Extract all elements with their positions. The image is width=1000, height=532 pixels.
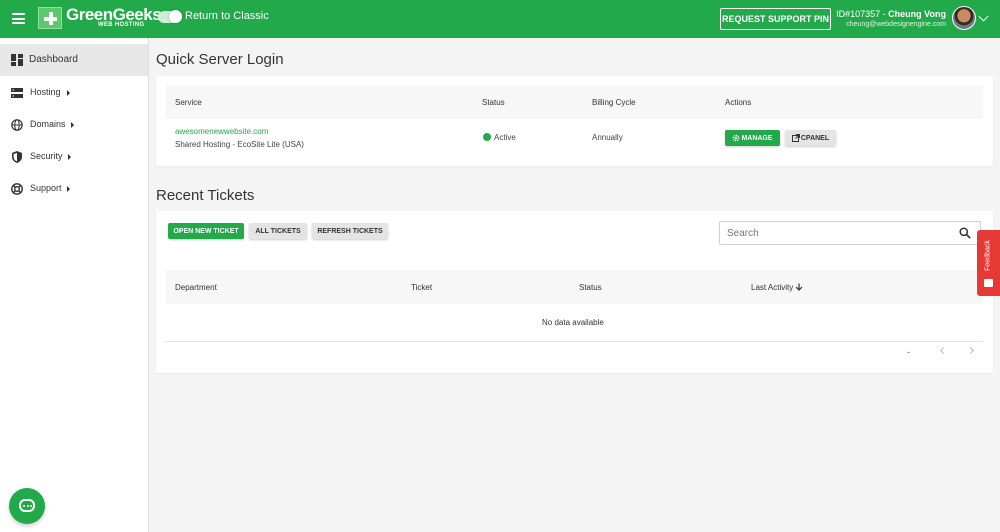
chat-icon bbox=[19, 499, 35, 512]
service-plan: Shared Hosting - EcoSite Lite (USA) bbox=[175, 140, 304, 149]
search-icon[interactable] bbox=[959, 227, 971, 239]
shield-icon bbox=[12, 151, 22, 163]
sidebar-item-security[interactable]: Security bbox=[0, 141, 148, 173]
chat-button[interactable] bbox=[9, 488, 45, 524]
column-service: Service bbox=[175, 98, 202, 107]
column-department[interactable]: Department bbox=[175, 283, 217, 292]
column-actions: Actions bbox=[725, 98, 752, 107]
quick-login-table-header bbox=[166, 85, 983, 119]
classic-toggle-label[interactable]: Return to Classic bbox=[185, 10, 269, 22]
ticket-search-field[interactable] bbox=[719, 221, 981, 245]
quick-login-card: Service Status Billing Cycle Actions awe… bbox=[156, 76, 993, 166]
cpanel-button-label: CPANEL bbox=[800, 134, 830, 142]
quick-server-login-title: Quick Server Login bbox=[156, 51, 284, 68]
column-status[interactable]: Status bbox=[579, 283, 602, 292]
sidebar-item-support[interactable]: Support bbox=[0, 173, 148, 205]
feedback-label: Feedback bbox=[984, 240, 992, 271]
external-link-icon bbox=[791, 134, 800, 142]
caret-right-icon bbox=[67, 186, 70, 192]
manage-button-label: MANAGE bbox=[741, 134, 773, 142]
chevron-down-icon[interactable] bbox=[978, 11, 989, 22]
cpanel-button[interactable]: CPANEL bbox=[785, 130, 836, 146]
sidebar-item-label: Support bbox=[30, 183, 62, 193]
lifebuoy-icon bbox=[11, 183, 23, 195]
sort-arrow-down-icon bbox=[796, 283, 803, 291]
logo-icon[interactable] bbox=[38, 7, 62, 29]
column-last-activity[interactable]: Last Activity bbox=[751, 283, 803, 292]
table-divider bbox=[166, 341, 983, 342]
column-status: Status bbox=[482, 98, 505, 107]
menu-icon[interactable] bbox=[12, 13, 25, 24]
user-name: Cheung Vong bbox=[888, 9, 946, 19]
recent-tickets-title: Recent Tickets bbox=[156, 187, 255, 204]
service-domain-link[interactable]: awesomenewwebsite.com bbox=[175, 127, 268, 136]
caret-right-icon bbox=[68, 154, 71, 160]
status-badge: Active bbox=[494, 133, 516, 142]
sidebar-item-hosting[interactable]: Hosting bbox=[0, 77, 148, 109]
billing-cycle-value: Annually bbox=[592, 133, 623, 142]
sidebar: Dashboard Hosting Domains Security Suppo… bbox=[0, 38, 149, 532]
column-billing-cycle: Billing Cycle bbox=[592, 98, 636, 107]
account-id: ID#107357 - bbox=[836, 9, 889, 19]
user-email: cheung@webdesignengine.com bbox=[846, 21, 946, 28]
column-last-activity-label: Last Activity bbox=[751, 283, 794, 292]
sidebar-item-dashboard[interactable]: Dashboard bbox=[0, 44, 148, 76]
empty-table-message: No data available bbox=[542, 318, 604, 327]
pagination-range: - bbox=[907, 347, 910, 357]
all-tickets-button[interactable]: ALL TICKETS bbox=[249, 223, 307, 239]
avatar[interactable] bbox=[952, 6, 976, 30]
column-ticket[interactable]: Ticket bbox=[411, 283, 432, 292]
globe-icon bbox=[11, 119, 23, 131]
sidebar-item-label: Dashboard bbox=[29, 54, 78, 65]
server-icon bbox=[11, 88, 23, 98]
feedback-icon bbox=[984, 279, 993, 287]
ticket-search-input[interactable] bbox=[727, 227, 947, 240]
sidebar-item-label: Hosting bbox=[30, 87, 61, 97]
top-bar: GreenGeeks WEB HOSTING Return to Classic… bbox=[0, 0, 1000, 38]
manage-button[interactable]: MANAGE bbox=[725, 130, 780, 146]
user-id-line: ID#107357 - Cheung Vong bbox=[836, 9, 946, 19]
tickets-table-header bbox=[166, 270, 983, 304]
logo-subtitle: WEB HOSTING bbox=[98, 22, 145, 28]
classic-toggle[interactable] bbox=[158, 10, 182, 23]
caret-right-icon bbox=[71, 122, 74, 128]
open-new-ticket-button[interactable]: OPEN NEW TICKET bbox=[168, 223, 244, 239]
refresh-tickets-button[interactable]: REFRESH TICKETS bbox=[312, 223, 388, 239]
sidebar-item-domains[interactable]: Domains bbox=[0, 109, 148, 141]
gear-icon bbox=[733, 134, 740, 142]
status-dot-icon bbox=[483, 133, 491, 141]
caret-right-icon bbox=[67, 90, 70, 96]
request-support-pin-button[interactable]: REQUEST SUPPORT PIN bbox=[720, 8, 831, 30]
sidebar-item-label: Security bbox=[30, 151, 63, 161]
sidebar-item-label: Domains bbox=[30, 119, 66, 129]
dashboard-icon bbox=[11, 54, 23, 66]
feedback-tab[interactable]: Feedback bbox=[977, 230, 1000, 296]
